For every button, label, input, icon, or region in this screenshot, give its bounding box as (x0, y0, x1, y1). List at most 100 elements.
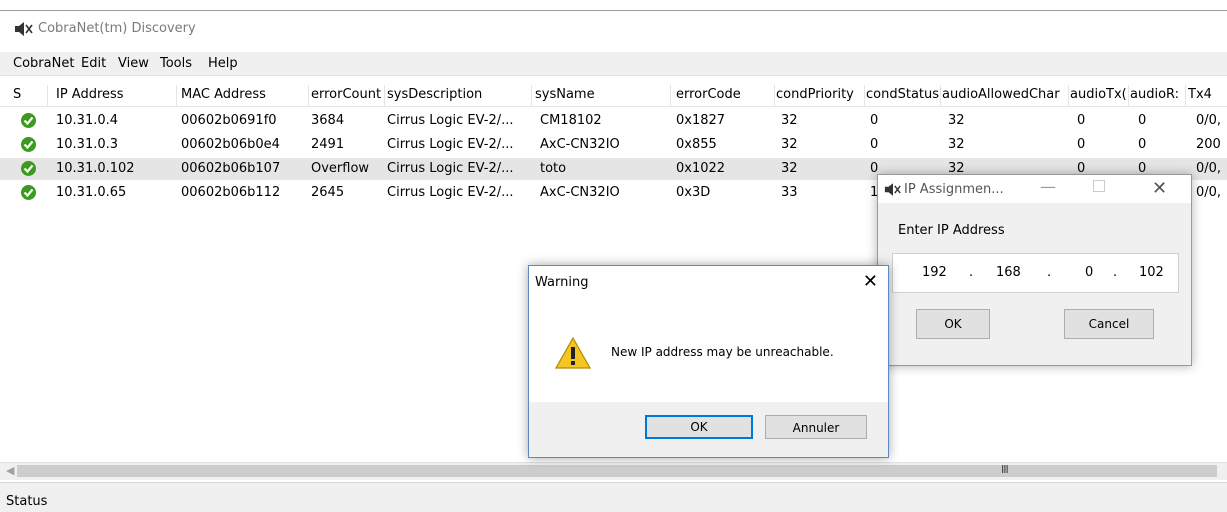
ip-octet-3[interactable]: 0 (1085, 265, 1093, 280)
row-cond-status: 0 (870, 113, 879, 128)
row-mac-address: 00602b06b112 (181, 185, 281, 200)
row-sys-description: Cirrus Logic EV-2/... (387, 137, 514, 152)
row-sys-description: Cirrus Logic EV-2/... (387, 161, 514, 176)
speaker-icon (15, 22, 33, 36)
row-error-count: 2491 (311, 137, 345, 152)
table-header: S IP Address MAC Address errorCount sysD… (0, 85, 1227, 107)
row-tx4: 200 (1196, 137, 1221, 152)
check-icon (21, 137, 36, 152)
col-header-errorcode[interactable]: errorCode (676, 87, 771, 102)
warning-cancel-button[interactable]: Annuler (765, 415, 867, 439)
ip-octet-1[interactable]: 192 (922, 265, 947, 280)
status-bar: Status (0, 482, 1227, 512)
col-header-sysdescription[interactable]: sysDescription (387, 87, 527, 102)
col-header-audioallowed[interactable]: audioAllowedChar (942, 87, 1067, 102)
menu-tools[interactable]: Tools (160, 56, 192, 71)
ip-octet-2[interactable]: 168 (996, 265, 1021, 280)
menu-edit[interactable]: Edit (81, 56, 106, 71)
ip-dialog-label: Enter IP Address (898, 223, 1005, 238)
row-audio-allowed: 32 (948, 137, 965, 152)
maximize-icon[interactable] (1093, 180, 1105, 192)
warning-title: Warning (535, 275, 589, 290)
row-mac-address: 00602b06b107 (181, 161, 281, 176)
ip-dialog-titlebar[interactable]: IP Assignmen... — ✕ (878, 175, 1191, 203)
row-cond-priority: 32 (781, 137, 798, 152)
row-cond-priority: 32 (781, 113, 798, 128)
table-row[interactable]: 10.31.0.3 00602b06b0e4 2491 Cirrus Logic EV… (0, 134, 1227, 156)
col-header-condstatus[interactable]: condStatus (866, 87, 940, 102)
row-error-count: 2645 (311, 185, 345, 200)
row-sys-description: Cirrus Logic EV-2/... (387, 113, 514, 128)
col-header-sysname[interactable]: sysName (535, 87, 665, 102)
ip-dialog-title: IP Assignmen... (904, 182, 1004, 197)
row-sys-name: AxC-CN32IO (540, 137, 620, 152)
row-sys-description: Cirrus Logic EV-2/... (387, 185, 514, 200)
row-error-code: 0x855 (676, 137, 717, 152)
scroll-left-icon[interactable]: ◀ (6, 464, 14, 477)
col-header-s[interactable]: S (13, 87, 43, 102)
col-header-audiorx[interactable]: audioR: (1130, 87, 1184, 102)
row-tx4: 0/0, (1196, 185, 1222, 200)
window-title: CobraNet(tm) Discovery (38, 21, 196, 36)
row-audio-tx: 0 (1077, 137, 1086, 152)
scroll-thumb[interactable]: III (17, 463, 1217, 477)
row-ip-address: 10.31.0.3 (56, 137, 119, 152)
menu-cobranet[interactable]: CobraNet (13, 56, 74, 71)
row-error-count: Overflow (311, 161, 370, 176)
row-cond-status: 0 (870, 137, 879, 152)
row-ip-address: 10.31.0.65 (56, 185, 127, 200)
row-tx4: 0/0, (1196, 161, 1222, 176)
ip-address-input[interactable]: 192 . 168 . 0 . 102 (892, 253, 1179, 293)
menu-view[interactable]: View (118, 56, 149, 71)
ip-dot: . (1113, 265, 1118, 280)
row-audio-tx: 0 (1077, 113, 1086, 128)
col-header-condpriority[interactable]: condPriority (776, 87, 864, 102)
row-sys-name: CM18102 (540, 113, 602, 128)
ip-ok-button[interactable]: OK (916, 309, 990, 339)
row-error-code: 0x1022 (676, 161, 726, 176)
row-error-code: 0x1827 (676, 113, 726, 128)
horizontal-scrollbar[interactable]: ◀ III (0, 462, 1227, 480)
row-audio-rx: 0 (1138, 113, 1147, 128)
row-sys-name: AxC-CN32IO (540, 185, 620, 200)
row-mac-address: 00602b06b0e4 (181, 137, 280, 152)
ip-assignment-dialog: IP Assignmen... — ✕ Enter IP Address 192… (877, 174, 1192, 366)
col-header-audiotx[interactable]: audioTx( (1070, 87, 1128, 102)
row-error-count: 3684 (311, 113, 345, 128)
warning-ok-button[interactable]: OK (645, 415, 753, 439)
check-icon (21, 113, 36, 128)
row-tx4: 0/0, (1196, 113, 1222, 128)
row-ip-address: 10.31.0.4 (56, 113, 119, 128)
check-icon (21, 161, 36, 176)
warning-icon (555, 337, 591, 369)
main-window-titlebar: CobraNet(tm) Discovery (0, 10, 1227, 45)
col-header-errorcount[interactable]: errorCount (311, 87, 383, 102)
ip-dot: . (1047, 265, 1052, 280)
ip-dot: . (969, 265, 974, 280)
check-icon (21, 185, 36, 200)
col-header-tx4[interactable]: Tx4 (1188, 87, 1224, 102)
close-icon[interactable]: ✕ (1152, 178, 1167, 199)
status-text: Status (6, 494, 48, 509)
scroll-grip-icon: III (1001, 463, 1009, 476)
menu-help[interactable]: Help (208, 56, 238, 71)
row-audio-allowed: 32 (948, 113, 965, 128)
speaker-icon (884, 183, 901, 196)
row-sys-name: toto (540, 161, 567, 176)
warning-footer: OK Annuler (529, 402, 888, 457)
table-row[interactable]: 10.31.0.4 00602b0691f0 3684 Cirrus Logic EV… (0, 110, 1227, 132)
col-header-ip[interactable]: IP Address (56, 87, 171, 102)
ip-cancel-button[interactable]: Cancel (1064, 309, 1154, 339)
row-mac-address: 00602b0691f0 (181, 113, 277, 128)
menu-bar: CobraNet Edit View Tools Help (0, 52, 1227, 76)
warning-message: New IP address may be unreachable. (611, 345, 834, 359)
minimize-icon[interactable]: — (1040, 177, 1056, 196)
close-icon[interactable]: ✕ (863, 271, 878, 292)
row-cond-priority: 33 (781, 185, 798, 200)
ip-octet-4[interactable]: 102 (1139, 265, 1164, 280)
row-error-code: 0x3D (676, 185, 711, 200)
warning-dialog: Warning ✕ New IP address may be unreacha… (528, 265, 889, 458)
row-cond-priority: 32 (781, 161, 798, 176)
col-header-mac[interactable]: MAC Address (181, 87, 303, 102)
row-ip-address: 10.31.0.102 (56, 161, 135, 176)
